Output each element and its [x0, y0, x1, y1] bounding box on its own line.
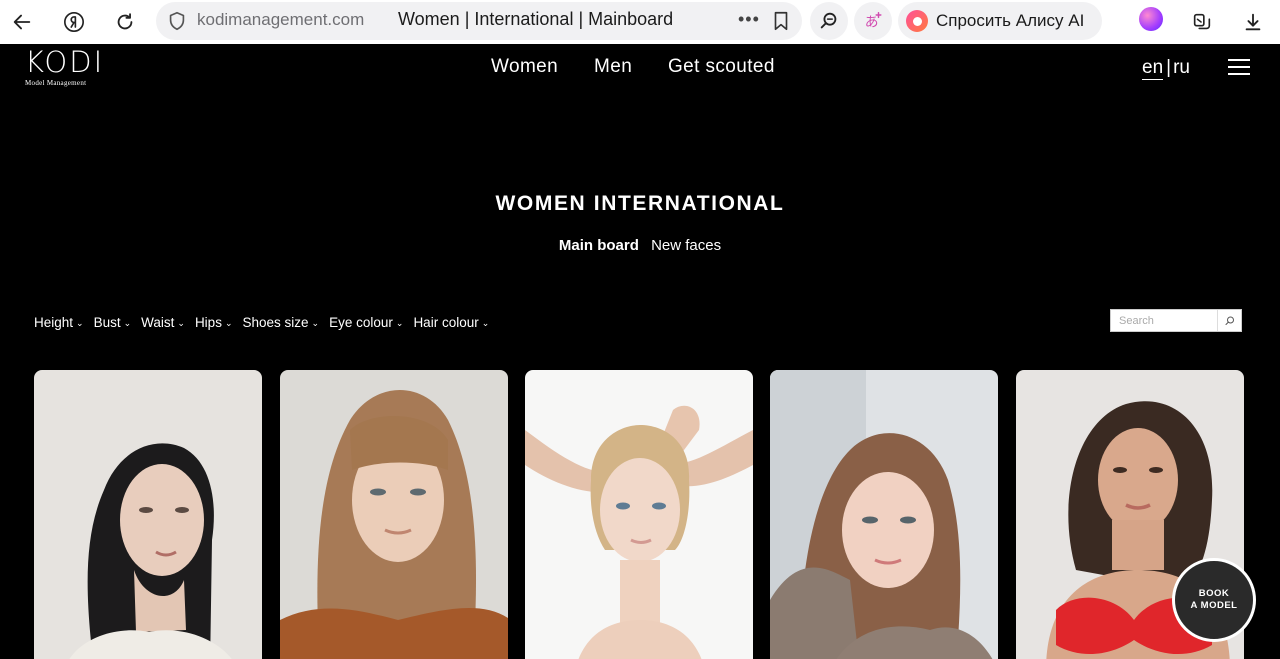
- alice-ai-label: Спросить Алису AI: [936, 11, 1085, 30]
- nav-women[interactable]: Women: [491, 56, 558, 78]
- book-label-line1: BOOK: [1198, 588, 1230, 599]
- reload-icon[interactable]: [107, 4, 143, 40]
- back-arrow-icon[interactable]: [4, 4, 40, 40]
- page-title: WOMEN INTERNATIONAL: [495, 192, 785, 215]
- filter-hips[interactable]: Hips ⌄: [195, 313, 233, 331]
- nav-men[interactable]: Men: [594, 56, 632, 78]
- address-page-title[interactable]: Women | International | Mainboard: [398, 9, 673, 30]
- download-icon[interactable]: [1235, 4, 1271, 40]
- filter-label: Waist: [141, 314, 175, 330]
- filter-label: Height: [34, 314, 74, 330]
- alice-ai-button[interactable]: Спросить Алису AI: [898, 2, 1102, 40]
- filter-height[interactable]: Height ⌄: [34, 313, 84, 331]
- filter-bar: Height ⌄ Bust ⌄ Waist ⌄ Hips ⌄ Shoes size ⌄ E…: [34, 313, 499, 331]
- profile-icon[interactable]: [1139, 7, 1163, 31]
- tab-new-faces[interactable]: New faces: [651, 237, 721, 254]
- yandex-icon[interactable]: [56, 4, 92, 40]
- filter-label: Eye colour: [329, 314, 393, 330]
- board-tabs: Main board New faces: [0, 237, 1280, 254]
- nav-get-scouted[interactable]: Get scouted: [668, 56, 775, 78]
- search-input[interactable]: [1111, 310, 1217, 331]
- address-domain[interactable]: kodimanagement.com: [197, 10, 364, 30]
- more-options-icon[interactable]: •••: [738, 9, 760, 30]
- main-nav: Women Men Get scouted: [0, 56, 1280, 80]
- model-photo-sweater: [770, 370, 998, 659]
- shield-icon[interactable]: [166, 10, 188, 32]
- collections-icon[interactable]: [1184, 4, 1220, 40]
- model-photo-arms-up: [525, 370, 753, 659]
- lang-en[interactable]: en: [1142, 57, 1164, 80]
- chevron-down-icon: ⌄: [177, 317, 185, 328]
- model-photo-dark-hair: [34, 370, 262, 659]
- bookmark-icon[interactable]: [770, 9, 792, 33]
- filter-label: Bust: [93, 314, 121, 330]
- chevron-down-icon: ⌄: [224, 317, 233, 328]
- logo-subtext: Model Management: [25, 79, 87, 87]
- model-card[interactable]: [280, 370, 508, 659]
- chevron-down-icon: ⌄: [395, 317, 404, 328]
- model-card[interactable]: [34, 370, 262, 659]
- chevron-down-icon: ⌄: [123, 317, 132, 328]
- filter-hair-colour[interactable]: Hair colour ⌄: [413, 313, 489, 331]
- browser-toolbar: kodimanagement.com Women | International…: [0, 0, 1280, 44]
- search-button[interactable]: [1217, 310, 1241, 331]
- language-switcher: en | ru: [1142, 57, 1190, 80]
- book-label-line2: A MODEL: [1190, 600, 1238, 611]
- filter-waist[interactable]: Waist ⌄: [141, 313, 185, 331]
- filter-eye-colour[interactable]: Eye colour ⌄: [329, 313, 403, 331]
- tab-main-board[interactable]: Main board: [559, 237, 639, 254]
- filter-bust[interactable]: Bust ⌄: [94, 313, 132, 331]
- search-box: [1110, 309, 1242, 332]
- model-card[interactable]: [770, 370, 998, 659]
- alice-icon: [906, 10, 928, 32]
- lens-search-icon[interactable]: [810, 2, 848, 40]
- translate-icon[interactable]: あ: [854, 2, 892, 40]
- address-bar[interactable]: kodimanagement.com Women | International…: [156, 2, 802, 40]
- filter-label: Shoes size: [242, 314, 309, 330]
- model-card[interactable]: [525, 370, 753, 659]
- filter-label: Hips: [194, 314, 222, 330]
- filter-shoes-size[interactable]: Shoes size ⌄: [243, 313, 320, 331]
- svg-text:あ: あ: [865, 15, 879, 31]
- filter-label: Hair colour: [413, 314, 479, 330]
- hamburger-menu-icon[interactable]: [1228, 59, 1250, 75]
- chevron-down-icon: ⌄: [481, 317, 490, 328]
- lang-separator: |: [1166, 57, 1172, 78]
- chevron-down-icon: ⌄: [76, 317, 84, 328]
- lang-ru[interactable]: ru: [1173, 57, 1190, 78]
- model-photo-fringe: [280, 370, 508, 659]
- chevron-down-icon: ⌄: [311, 317, 320, 328]
- book-a-model-button[interactable]: BOOK A MODEL: [1172, 558, 1256, 642]
- search-icon: [1225, 316, 1234, 325]
